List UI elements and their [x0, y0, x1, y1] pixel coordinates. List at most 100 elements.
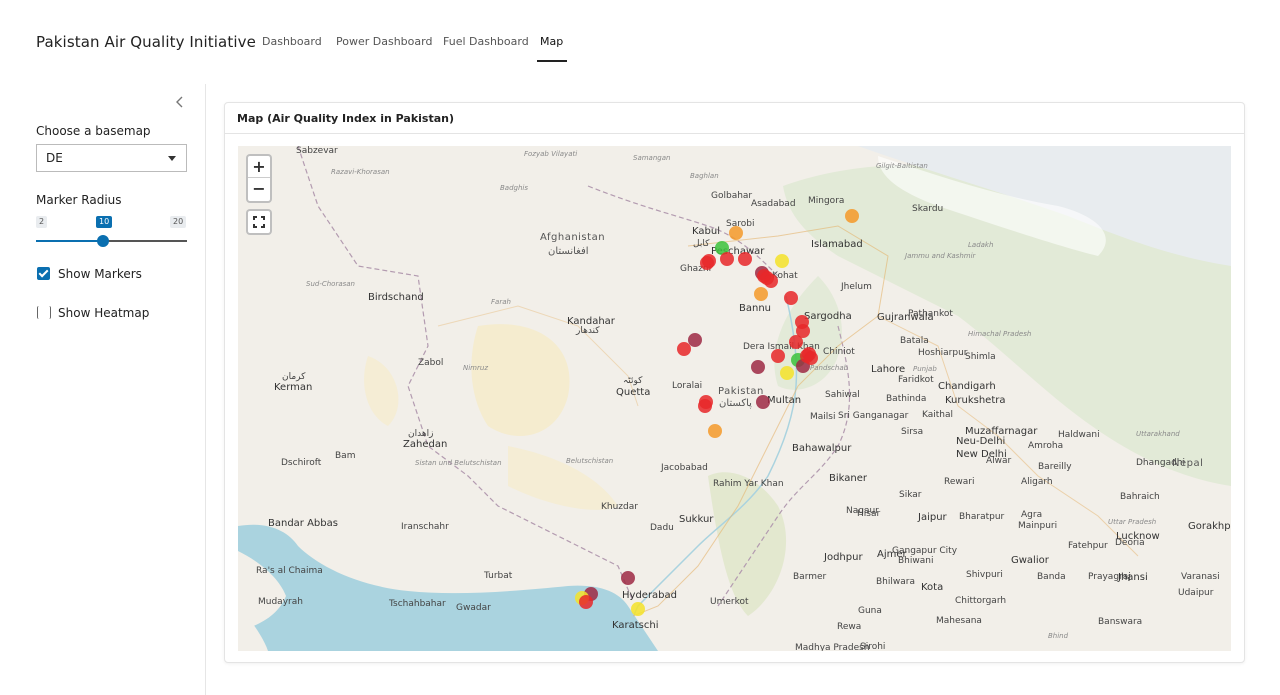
map-label: Quetta: [616, 387, 651, 398]
nav-dashboard[interactable]: Dashboard: [262, 35, 322, 48]
map-label: Hisar: [857, 509, 881, 519]
map-label: Kerman: [274, 382, 313, 393]
basemap-select[interactable]: DE: [36, 144, 187, 172]
aqi-marker[interactable]: [803, 351, 818, 366]
slider-min-label: 2: [36, 216, 48, 228]
nav-fuel-dashboard[interactable]: Fuel Dashboard: [443, 35, 529, 48]
map-label: افغانستان: [548, 246, 589, 257]
map-label: Gorakhpur: [1188, 521, 1231, 532]
map-label: Varanasi: [1181, 572, 1220, 582]
map-label: Ra's al Chaima: [256, 566, 323, 576]
aqi-marker[interactable]: [783, 290, 798, 305]
map-label: Jodhpur: [824, 552, 863, 563]
fullscreen-icon[interactable]: [246, 209, 272, 235]
map-label: Bharatpur: [959, 512, 1005, 522]
show-heatmap-checkbox[interactable]: [37, 306, 51, 319]
basemap-select-value: DE: [46, 151, 63, 165]
aqi-marker[interactable]: [794, 314, 809, 329]
aqi-marker[interactable]: [707, 424, 722, 439]
map-label: Kabul: [692, 226, 720, 237]
slider-value-label: 10: [96, 216, 113, 228]
map-label: Agra: [1021, 510, 1043, 520]
map-label: Karatschi: [612, 620, 659, 631]
zoom-out-button[interactable]: −: [248, 178, 270, 200]
map-label: Nepal: [1172, 458, 1204, 469]
card-title: Map (Air Quality Index in Pakistan): [237, 112, 455, 125]
map-label: Himachal Pradesh: [968, 330, 1032, 338]
aqi-marker[interactable]: [774, 254, 789, 269]
app-title: Pakistan Air Quality Initiative: [36, 33, 256, 51]
sidebar: Choose a basemap DE Marker Radius 2 10 2…: [0, 84, 206, 695]
active-tab-indicator: [537, 60, 567, 62]
map-label: Afghanistan: [540, 232, 606, 243]
aqi-marker[interactable]: [789, 334, 804, 349]
map-label: Sabzevar: [296, 146, 338, 156]
nav-map[interactable]: Map: [540, 35, 563, 48]
aqi-marker[interactable]: [620, 570, 635, 585]
aqi-marker[interactable]: [780, 365, 795, 380]
map-label: Nimruz: [463, 364, 488, 372]
show-heatmap-label[interactable]: Show Heatmap: [58, 306, 149, 320]
map-label: Dschiroft: [281, 458, 322, 468]
map-label: Sirohi: [860, 642, 886, 651]
map-label: Banswara: [1098, 617, 1143, 627]
map-label: Faridkot: [898, 375, 934, 385]
aqi-marker[interactable]: [676, 342, 691, 357]
map-label: Islamabad: [811, 239, 863, 250]
map-label: Pakistan: [718, 386, 764, 397]
map-label: Fozyab Vilayati: [524, 150, 578, 158]
aqi-marker[interactable]: [738, 251, 753, 266]
map-label: Kaithal: [922, 410, 954, 420]
top-navbar: Pakistan Air Quality Initiative Dashboar…: [0, 0, 1280, 84]
map-label: Dadu: [650, 523, 674, 533]
map-label: Jammu and Kashmir: [905, 252, 976, 260]
map-label: Madhya Pradesh: [795, 643, 870, 651]
zoom-in-button[interactable]: +: [248, 156, 270, 178]
map-label: Khuzdar: [601, 502, 638, 512]
slider-max-label: 20: [170, 216, 187, 228]
map-label: Sikar: [899, 490, 922, 500]
map-label: Tschahbahar: [389, 599, 446, 609]
map-label: Barmer: [793, 572, 827, 582]
show-markers-label[interactable]: Show Markers: [58, 267, 142, 281]
map-label: کابل: [693, 239, 710, 249]
map-label: Amroha: [1028, 441, 1064, 451]
map-label: Neu-Delhi: [956, 436, 1006, 447]
map-view[interactable]: Sabzevar Fozyab Vilayati Samangan Baghlan Ba…: [238, 146, 1231, 651]
map-label: Bhind: [1048, 632, 1069, 640]
basemap-label: Choose a basemap: [36, 124, 151, 138]
map-label: Lahore: [871, 364, 906, 375]
chevron-left-icon[interactable]: [176, 96, 188, 110]
map-label: Udaipur: [1178, 588, 1214, 598]
map-label: Hyderabad: [622, 590, 677, 601]
aqi-marker[interactable]: [845, 208, 860, 223]
nav-power-dashboard[interactable]: Power Dashboard: [336, 35, 432, 48]
map-label: Fatehpur: [1068, 541, 1108, 551]
map-label: Jhelum: [841, 282, 872, 292]
map-label: Rewari: [944, 477, 975, 487]
map-label: Mingora: [808, 196, 845, 206]
aqi-marker[interactable]: [578, 594, 593, 609]
map-label: Guna: [858, 606, 882, 616]
map-label: Alwar: [986, 456, 1012, 466]
map-label: Zabol: [418, 358, 444, 368]
card-header: Map (Air Quality Index in Pakistan): [225, 103, 1244, 134]
map-label: Chandigarh: [938, 381, 996, 392]
map-label: Hoshiarpur: [918, 348, 968, 358]
map-label: Sahiwal: [825, 390, 860, 400]
aqi-marker[interactable]: [697, 398, 712, 413]
map-label: Bandar Abbas: [268, 518, 338, 529]
map-label: Samangan: [633, 154, 671, 162]
map-label: Farah: [491, 298, 511, 306]
map-label: Loralai: [672, 381, 703, 391]
map-label: Uttar Pradesh: [1108, 518, 1157, 526]
map-label: Mahesana: [936, 616, 982, 626]
map-label: Bam: [335, 451, 356, 461]
map-label: Deoria: [1115, 538, 1145, 548]
map-label: Bikaner: [829, 473, 867, 484]
aqi-marker[interactable]: [753, 287, 768, 302]
map-label: Kota: [921, 582, 944, 593]
marker-radius-slider-handle[interactable]: [97, 235, 110, 247]
show-markers-checkbox[interactable]: [37, 267, 50, 280]
map-label: Uttarakhand: [1136, 430, 1180, 438]
